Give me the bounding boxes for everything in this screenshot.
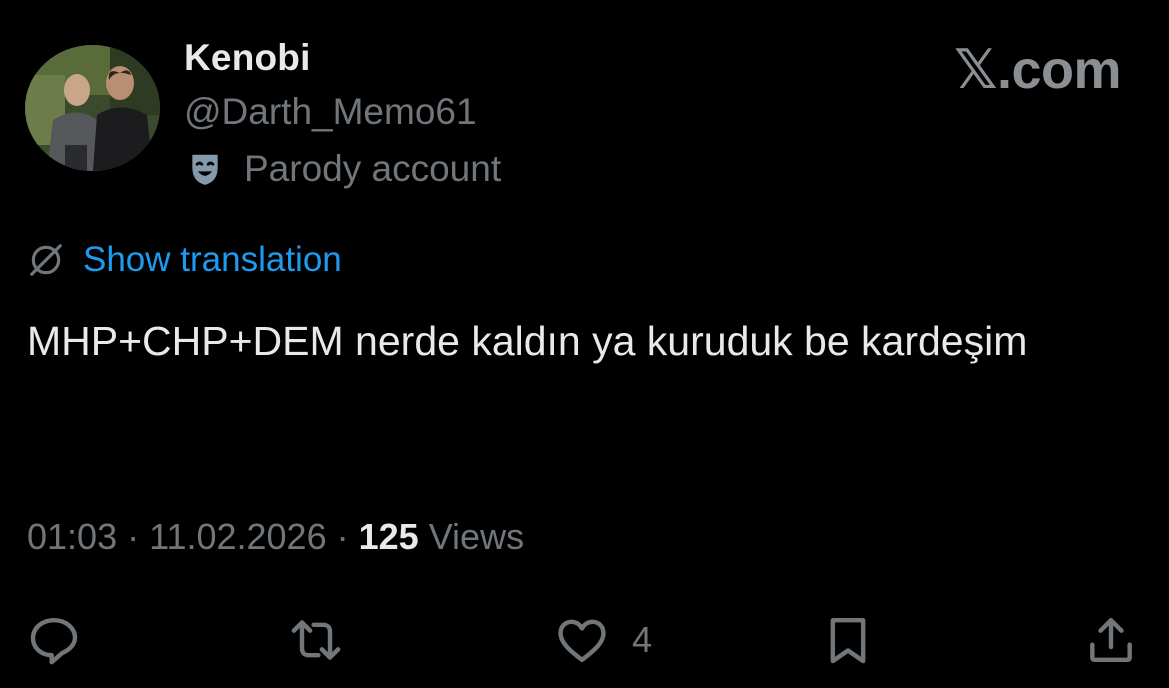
tweet-meta: 01:03 · 11.02.2026 · 125 Views — [27, 516, 524, 558]
theater-mask-icon — [192, 154, 218, 185]
share-icon — [1090, 617, 1132, 663]
avatar-photo — [25, 45, 160, 171]
meta-separator: · — [326, 516, 359, 557]
like-count: 4 — [632, 619, 653, 660]
retweet-button[interactable] — [288, 608, 344, 672]
bookmark-button[interactable] — [820, 608, 876, 672]
tweet-text: MHP+CHP+DEM nerde kaldın ya kuruduk be k… — [27, 318, 1028, 364]
meta-separator: · — [117, 516, 150, 557]
globe-off-icon — [30, 244, 62, 276]
like-button[interactable]: 4 — [554, 608, 652, 672]
action-bar: 4 — [0, 608, 1169, 672]
author-handle[interactable]: @Darth_Memo61 — [184, 91, 477, 133]
reply-button[interactable] — [26, 608, 82, 672]
x-watermark: 𝕏.com — [953, 40, 1122, 100]
avatar[interactable] — [25, 45, 160, 171]
parody-label: Parody account — [244, 148, 502, 189]
bookmark-icon — [830, 617, 866, 664]
retweet-icon — [291, 620, 341, 660]
views-count: 125 — [358, 516, 419, 557]
show-translation-link[interactable]: Show translation — [83, 240, 342, 280]
tweet-date[interactable]: 11.02.2026 — [149, 516, 327, 557]
author-name[interactable]: Kenobi — [184, 37, 311, 79]
translation-row[interactable]: Show translation — [27, 240, 342, 280]
reply-icon — [30, 617, 78, 665]
views-label: Views — [418, 516, 525, 557]
heart-icon — [558, 619, 606, 663]
tweet-time[interactable]: 01:03 — [27, 516, 117, 557]
share-button[interactable] — [1083, 608, 1139, 672]
parody-badge: Parody account — [186, 148, 501, 190]
